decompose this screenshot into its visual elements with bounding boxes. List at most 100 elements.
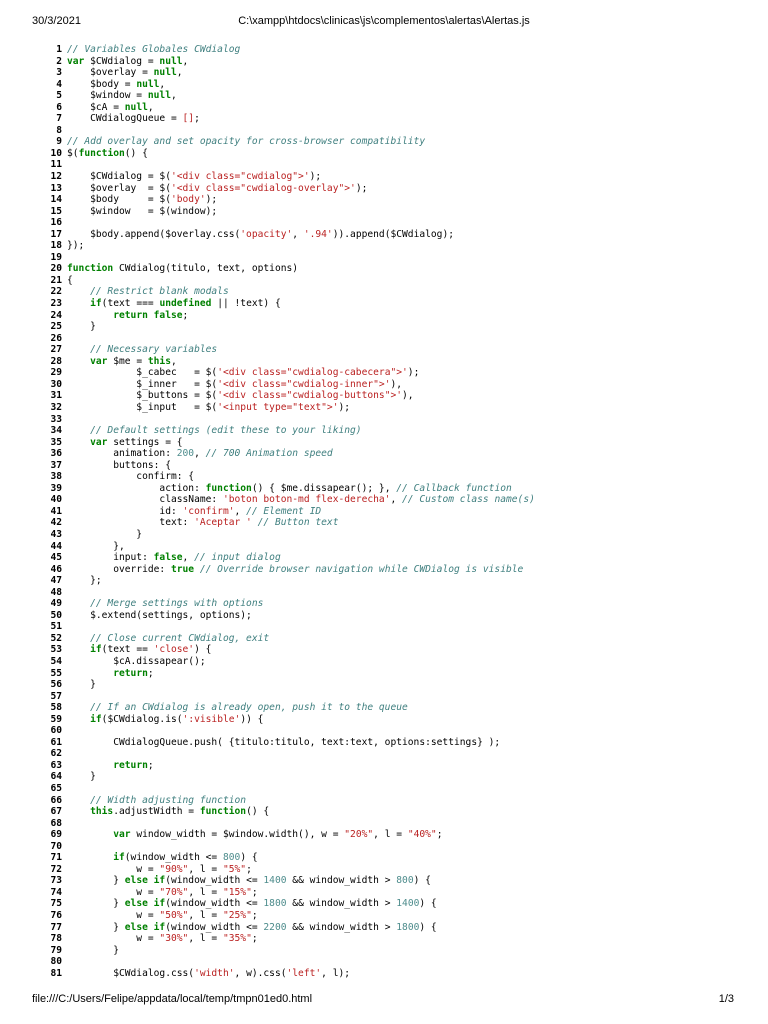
code-token: { [67,274,73,286]
code-line: 66 // Width adjusting function [40,795,738,807]
code-line: 34 // Default settings (edit these to yo… [40,425,738,437]
code-line: 2 var $CWdialog = null, [40,56,738,68]
code-line: 64 } [40,771,738,783]
code-token: 'Aceptar ' [194,517,252,529]
code-token: () { [124,147,148,159]
code-token: ); [407,367,420,379]
code-line: 58 // If an CWdialog is already open, pu… [40,702,738,714]
code-token: $_input = $( [67,401,218,413]
code-token: ) { [419,921,437,933]
line-number: 36 [50,448,62,460]
code-token: w = [67,863,160,875]
code-token: $window = [67,90,148,102]
code-line: 40 className: 'boton boton-md flex-derec… [40,494,738,506]
line-number: 56 [50,679,62,691]
code-token: } [67,875,125,887]
code-line: 31 $_buttons = $('<div class="cwdialog-b… [40,390,738,402]
line-number: 7 [56,113,62,125]
page-number: 1/3 [718,993,734,1005]
code-token: 'boton boton-md flex-derecha' [222,494,391,506]
code-line: 75 } else if(window_width <= 1800 && win… [40,898,738,910]
line-number: 18 [50,240,62,252]
code-token: , l = [188,863,223,875]
code-token: ) { [194,644,212,656]
code-token: '.94' [303,228,333,240]
line-number: 35 [50,436,62,448]
code-token: ; [147,667,154,679]
code-token: $_inner = $( [67,378,218,390]
line-number: 2 [56,55,62,67]
code-line: 57 [40,691,738,703]
code-line: 12 $CWdialog = $('<div class="cwdialog">… [40,171,738,183]
code-token: 'opacity' [240,228,293,240]
code-token: w = [67,910,160,922]
code-token: ':visible' [182,713,241,725]
line-number: 5 [56,90,62,102]
code-token: '<div class="cwdialog">' [170,171,310,183]
code-token: text: [67,517,195,529]
code-line: 63 return; [40,760,738,772]
code-token: , [170,90,177,102]
code-token: ; [436,829,443,841]
line-number: 32 [50,401,62,413]
line-number: 21 [50,274,62,286]
code-token: )).append($CWdialog); [332,228,455,240]
code-token: "70%" [159,886,189,898]
code-line: 56 } [40,679,738,691]
line-number: 45 [50,552,62,564]
code-line: 6 $cA = null, [40,102,738,114]
code-token: if [90,298,102,310]
line-number: 66 [50,794,62,806]
code-line: 37 buttons: { [40,460,738,472]
code-token: , l = [188,886,223,898]
code-token: ($CWdialog.is( [101,713,183,725]
code-token: ) { [413,875,431,887]
code-token: } [67,771,96,783]
line-number: 80 [50,956,62,968]
code-token: "30%" [159,933,189,945]
code-line: 27 // Necessary variables [40,344,738,356]
code-line: 53 if(text == 'close') { [40,644,738,656]
code-line: 67 this.adjustWidth = function() { [40,806,738,818]
code-token: $window = $(window); [67,205,218,217]
file-url: file:///C:/Users/Felipe/appdata/local/te… [32,993,313,1005]
code-token: , [234,505,247,517]
code-token: // Button text [257,517,339,529]
line-number: 73 [50,875,62,887]
line-number: 51 [50,621,62,633]
code-line: 7 CWdialogQueue = []; [40,113,738,125]
code-line: 76 w = "50%", l = "25%"; [40,910,738,922]
code-token: // input dialog [194,552,281,564]
code-token: ) { [240,852,258,864]
line-number: 69 [50,829,62,841]
code-token: ); [338,401,351,413]
code-token: $overlay = $( [67,182,171,194]
line-number: 33 [50,413,62,425]
code-token: 1400 [396,898,420,910]
code-line: 43 } [40,529,738,541]
code-token: , l); [321,967,351,979]
code-token: , l = [188,910,223,922]
code-line: 4 $body = null, [40,79,738,91]
code-token: , [170,355,177,367]
code-token: 1400 [263,875,287,887]
code-token: && window_width > [286,898,397,910]
code-token: } [67,528,143,540]
code-token: CWdialog(titulo, text, options) [113,263,299,275]
code-token: && window_width > [286,921,397,933]
code-token: function [205,482,252,494]
code-line: 33 [40,414,738,426]
code-token: ), [390,378,403,390]
code-line: 14 $body = $('body'); [40,194,738,206]
code-token: "40%" [407,829,437,841]
line-number: 24 [50,309,62,321]
code-line: 19 [40,252,738,264]
code-line: 38 confirm: { [40,471,738,483]
code-token: else if [124,921,166,933]
line-number: 27 [50,344,62,356]
code-line: 9 // Add overlay and set opacity for cros… [40,136,738,148]
